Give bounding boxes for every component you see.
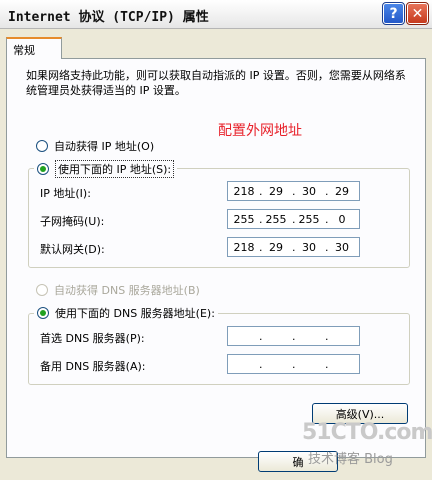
ip-address-field[interactable]: 218. 29. 30. 29 bbox=[227, 181, 360, 201]
gateway-label: 默认网关(D): bbox=[40, 243, 105, 256]
manual-dns-label: 使用下面的 DNS 服务器地址(E): bbox=[55, 307, 215, 320]
auto-ip-label: 自动获得 IP 地址(O) bbox=[54, 140, 155, 153]
close-icon: ✕ bbox=[411, 5, 424, 22]
dns-group-box bbox=[28, 313, 410, 385]
ip-octet-1: 218 bbox=[233, 185, 255, 198]
auto-dns-label: 自动获得 DNS 服务器地址(B) bbox=[54, 284, 200, 297]
alternate-dns-field[interactable]: ... bbox=[227, 354, 360, 374]
help-button[interactable]: ? bbox=[382, 2, 405, 25]
manual-ip-label: 使用下面的 IP 地址(S): bbox=[55, 160, 175, 178]
ip-address-label: IP 地址(I): bbox=[40, 187, 91, 200]
mask-octet-2: 255 bbox=[265, 213, 287, 226]
subnet-mask-label: 子网掩码(U): bbox=[40, 215, 105, 228]
help-icon: ? bbox=[389, 5, 398, 22]
window-title: Internet 协议 (TCP/IP) 属性 bbox=[8, 10, 209, 25]
manual-ip-radio[interactable]: 使用下面的 IP 地址(S): bbox=[34, 160, 178, 178]
preferred-dns-label: 首选 DNS 服务器(P): bbox=[40, 332, 145, 345]
title-bar[interactable]: Internet 协议 (TCP/IP) 属性 ? ✕ bbox=[0, 0, 432, 29]
tab-general[interactable]: 常规 bbox=[6, 37, 62, 59]
mask-octet-1: 255 bbox=[233, 213, 255, 226]
gw-octet-2: 29 bbox=[269, 241, 283, 254]
ok-button-label: 确 bbox=[292, 455, 304, 469]
alternate-dns-label: 备用 DNS 服务器(A): bbox=[40, 360, 146, 373]
radio-circle-checked[interactable] bbox=[37, 163, 49, 175]
radio-circle-checked[interactable] bbox=[37, 307, 49, 319]
tab-label: 常规 bbox=[13, 44, 35, 57]
watermark: 51CTO.com 技术博客 Blog bbox=[302, 420, 432, 467]
auto-dns-radio[interactable]: 自动获得 DNS 服务器地址(B) bbox=[36, 282, 200, 298]
gw-octet-3: 30 bbox=[302, 241, 316, 254]
radio-circle-disabled[interactable] bbox=[36, 284, 48, 296]
watermark-main: 51CTO.com bbox=[302, 420, 432, 445]
gw-octet-1: 218 bbox=[233, 241, 255, 254]
manual-dns-radio[interactable]: 使用下面的 DNS 服务器地址(E): bbox=[34, 305, 218, 321]
ip-octet-3: 30 bbox=[302, 185, 316, 198]
annotation-text: 配置外网地址 bbox=[218, 123, 302, 139]
mask-octet-4: 0 bbox=[338, 213, 346, 226]
description-text: 如果网络支持此功能，则可以获取自动指派的 IP 设置。否则，您需要从网络系统管理… bbox=[26, 69, 406, 97]
ip-octet-2: 29 bbox=[269, 185, 283, 198]
mask-octet-3: 255 bbox=[298, 213, 320, 226]
gateway-field[interactable]: 218. 29. 30. 30 bbox=[227, 237, 360, 257]
ip-octet-4: 29 bbox=[335, 185, 349, 198]
gw-octet-4: 30 bbox=[335, 241, 349, 254]
close-button[interactable]: ✕ bbox=[406, 2, 429, 25]
subnet-mask-field[interactable]: 255. 255. 255. 0 bbox=[227, 209, 360, 229]
watermark-sub: 技术博客 Blog bbox=[308, 452, 393, 467]
auto-ip-radio[interactable]: 自动获得 IP 地址(O) bbox=[36, 138, 154, 154]
radio-circle[interactable] bbox=[36, 140, 48, 152]
preferred-dns-field[interactable]: ... bbox=[227, 326, 360, 346]
